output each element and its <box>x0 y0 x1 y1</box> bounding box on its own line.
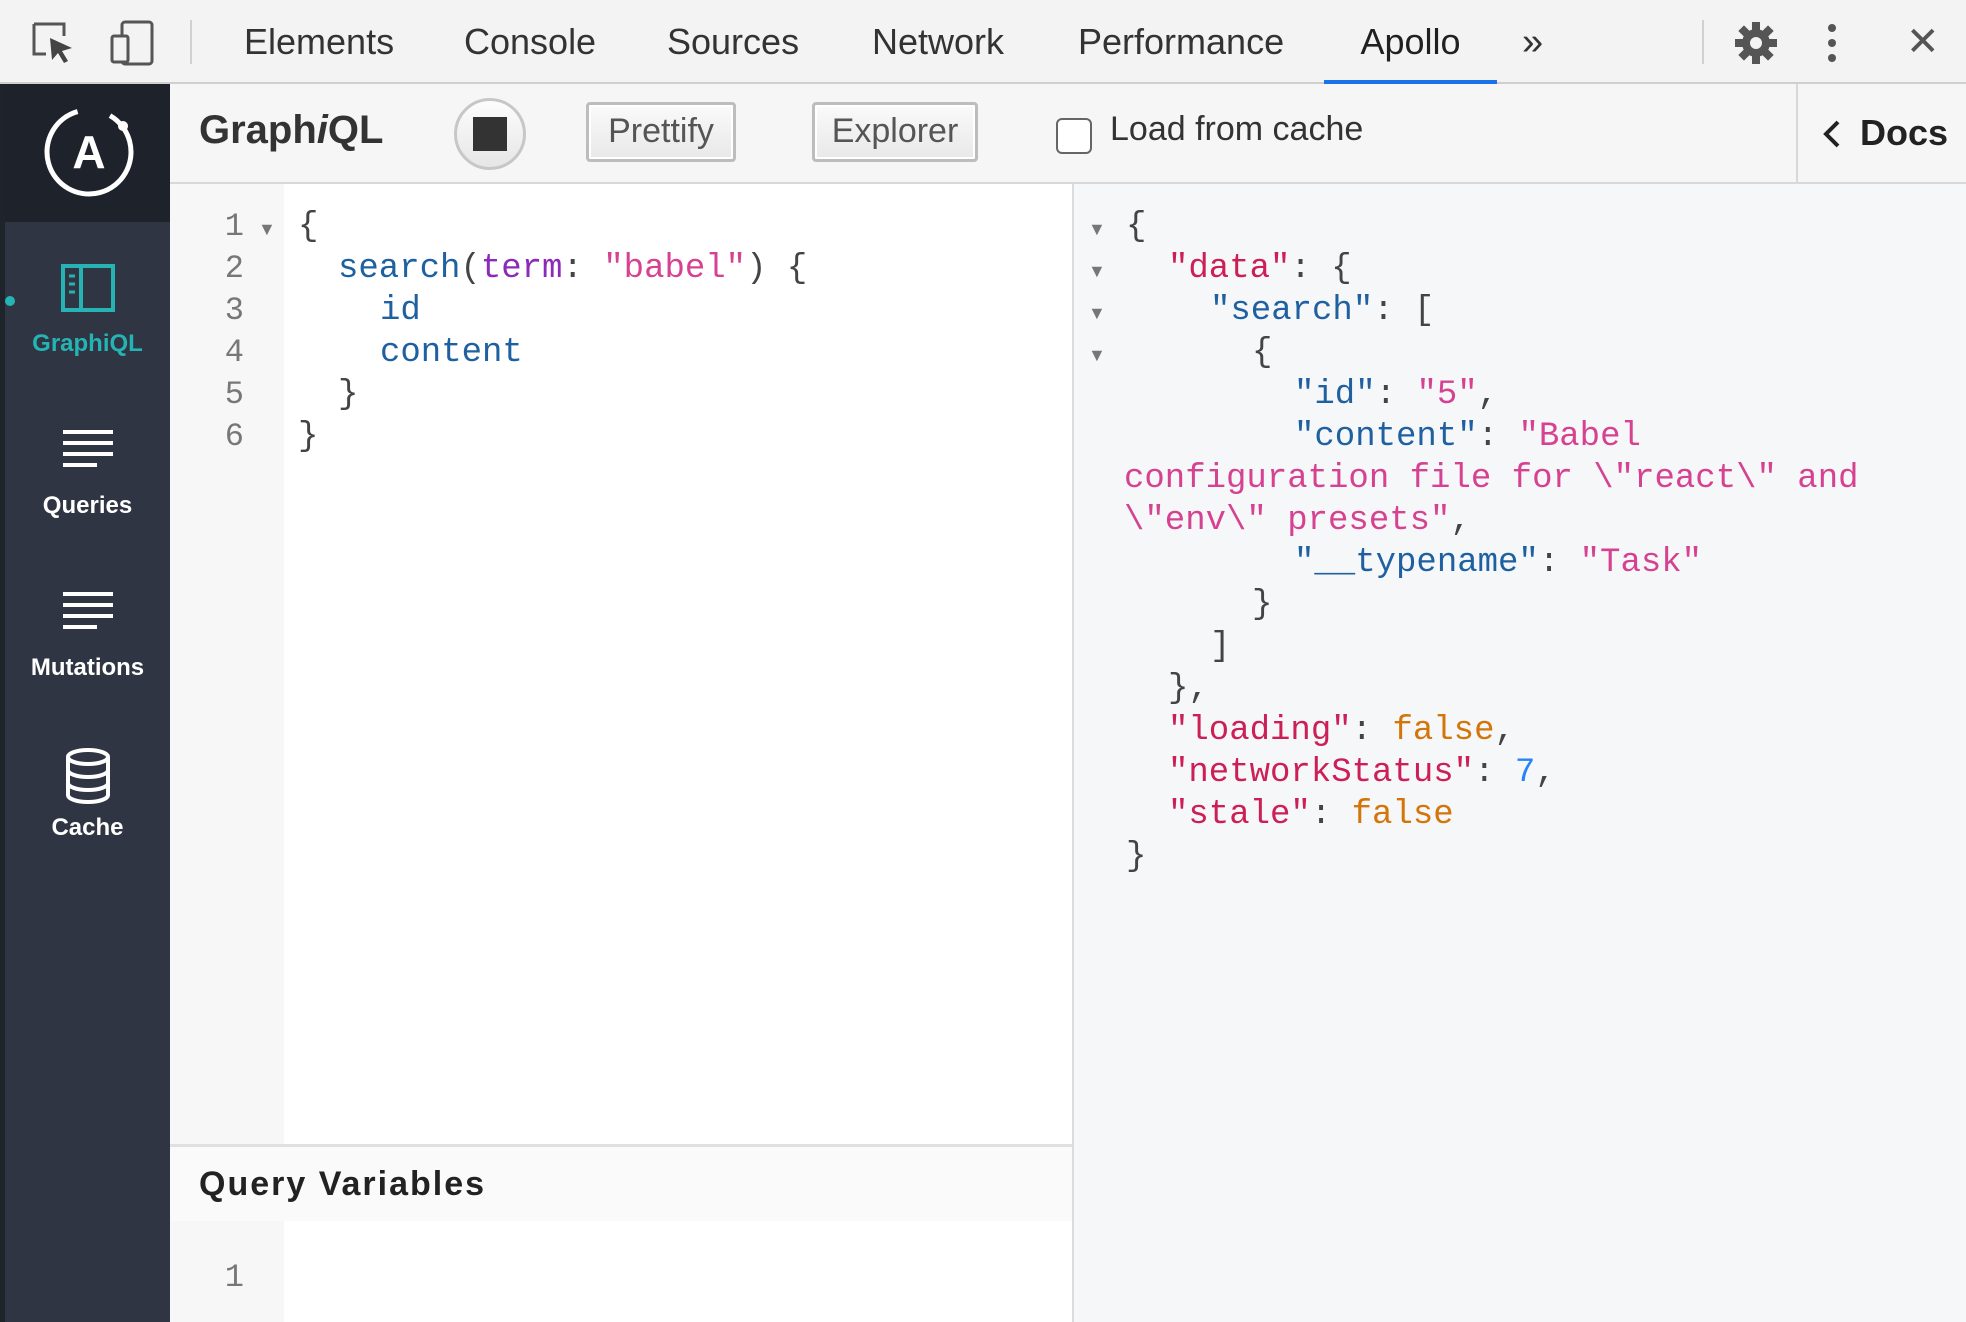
docs-label: Docs <box>1860 112 1949 153</box>
sidebar-item-graphiql[interactable]: GraphiQL <box>5 264 170 414</box>
toolbar-divider <box>1702 20 1704 64</box>
docs-toggle[interactable]: Docs <box>1796 84 1966 184</box>
json-line: "networkStatus": 7, <box>1168 754 1556 792</box>
chevron-left-icon <box>1823 120 1840 148</box>
fold-arrow-icon[interactable]: ▼ <box>1088 292 1106 334</box>
line-number: 4 <box>224 334 244 371</box>
line-number: 1 <box>224 1259 244 1296</box>
close-icon[interactable]: ✕ <box>1906 0 1940 84</box>
line-number: 1 <box>224 208 244 245</box>
tab-console[interactable]: Console <box>464 0 596 84</box>
code-line: search(term: "babel") { <box>338 250 808 288</box>
inspect-element-icon[interactable] <box>28 18 80 68</box>
tab-sources[interactable]: Sources <box>667 0 799 84</box>
code-line: } <box>338 376 359 414</box>
more-options-icon[interactable] <box>1816 18 1848 68</box>
line-number: 2 <box>224 250 244 287</box>
prettify-button[interactable]: Prettify <box>586 102 736 162</box>
device-toolbar-icon[interactable] <box>106 18 158 68</box>
sidebar-item-label: GraphiQL <box>32 330 143 357</box>
fold-arrow-icon[interactable]: ▼ <box>1088 208 1106 250</box>
stop-icon <box>473 117 507 151</box>
line-number: 3 <box>224 292 244 329</box>
query-variables-panel[interactable]: Query Variables 1 <box>170 1144 1072 1322</box>
sidebar-item-label: Queries <box>42 492 133 519</box>
fold-arrow-icon[interactable]: ▼ <box>1088 250 1106 292</box>
tab-performance[interactable]: Performance <box>1078 0 1284 84</box>
json-line: "id": "5", <box>1294 376 1499 414</box>
sidebar-item-label: Mutations <box>30 654 145 681</box>
code-line: } <box>298 418 319 456</box>
query-variables-header[interactable]: Query Variables <box>170 1147 1072 1221</box>
query-editor[interactable]: 1 2 3 4 5 6 ▼ { search(term: "babel") { … <box>170 184 1072 1144</box>
tab-network[interactable]: Network <box>872 0 1004 84</box>
sidebar-item-mutations[interactable]: Mutations <box>5 590 170 740</box>
apollo-logo-icon: A <box>44 107 134 197</box>
code-line: { <box>298 208 319 246</box>
json-line: "content": "Babel <box>1294 418 1641 456</box>
tab-apollo[interactable]: Apollo <box>1324 0 1497 84</box>
stop-query-button[interactable] <box>454 98 526 170</box>
code-line: id <box>380 292 421 330</box>
fold-arrow-icon[interactable]: ▼ <box>258 208 276 250</box>
line-number: 6 <box>224 418 244 455</box>
json-line: } <box>1252 586 1273 624</box>
json-line: "__typename": "Task" <box>1294 544 1703 582</box>
json-line: { <box>1126 208 1147 246</box>
graphiql-title: GraphiQL <box>199 108 384 152</box>
graphiql-panel-icon <box>60 264 115 312</box>
sidebar-item-label: Cache <box>51 814 124 841</box>
json-line: "search": [ <box>1210 292 1435 330</box>
gear-icon[interactable] <box>1730 18 1782 68</box>
apollo-logo-area: A <box>5 84 170 222</box>
fold-arrow-icon[interactable]: ▼ <box>1088 334 1106 376</box>
json-line: { <box>1252 334 1273 372</box>
more-tabs-icon[interactable]: » <box>1522 0 1543 84</box>
json-line: configuration file for \"react\" and <box>1124 460 1859 498</box>
json-line: \"env\" presets", <box>1124 502 1471 540</box>
explorer-button[interactable]: Explorer <box>812 102 978 162</box>
result-viewer: ▼ ▼ ▼ ▼ { "data": { "search": [ { "id": … <box>1072 184 1966 1322</box>
apollo-sidebar: A GraphiQL Queries Mutations Cache <box>0 84 170 1322</box>
json-line: "data": { <box>1168 250 1352 288</box>
json-line: ] <box>1210 628 1231 666</box>
code-line: content <box>380 334 523 372</box>
tab-elements[interactable]: Elements <box>244 0 394 84</box>
list-lines-icon <box>62 592 113 629</box>
line-number: 5 <box>224 376 244 413</box>
json-line: "stale": false <box>1168 796 1454 834</box>
devtools-tab-bar: Elements Console Sources Network Perform… <box>0 0 1966 84</box>
json-line: } <box>1126 838 1147 876</box>
svg-text:A: A <box>72 126 105 178</box>
graphiql-toolbar: GraphiQL Prettify Explorer Load from cac… <box>170 84 1796 184</box>
json-line: "loading": false, <box>1168 712 1515 750</box>
sidebar-item-cache[interactable]: Cache <box>5 748 170 898</box>
toolbar-divider <box>190 20 192 64</box>
load-from-cache-checkbox[interactable] <box>1056 118 1092 154</box>
load-from-cache-label: Load from cache <box>1110 110 1364 148</box>
database-icon <box>65 748 110 804</box>
list-lines-icon <box>62 430 113 467</box>
json-line: }, <box>1168 670 1209 708</box>
sidebar-item-queries[interactable]: Queries <box>5 428 170 578</box>
